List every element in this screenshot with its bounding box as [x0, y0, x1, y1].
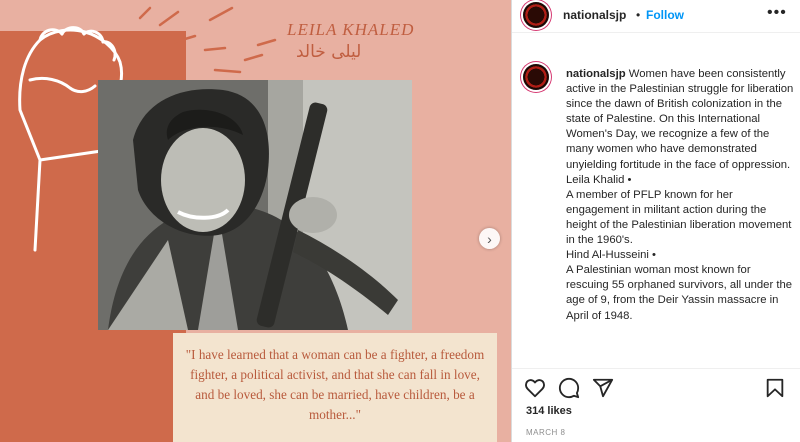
caption-line-3: Hind Al-Husseini •: [566, 249, 656, 262]
post-title: LEILA KHALED: [287, 20, 415, 39]
comment-icon[interactable]: [558, 377, 580, 399]
post-date[interactable]: MARCH 8: [526, 428, 566, 437]
header-username[interactable]: nationalsjp: [563, 8, 626, 22]
caption-line-1: Leila Khalid •: [566, 173, 632, 186]
quote-text: "I have learned that a woman can be a fi…: [185, 347, 485, 422]
caption-text: nationalsjp Women have been consistently…: [566, 67, 794, 324]
post-header: nationalsjp • Follow •••: [512, 0, 800, 33]
share-icon[interactable]: [592, 377, 614, 399]
post-title-arabic: ليلى خالد: [296, 42, 362, 62]
caption-line-4: A Palestinian woman most known for rescu…: [566, 264, 793, 322]
caption-username[interactable]: nationalsjp: [566, 68, 626, 80]
caption-avatar[interactable]: [523, 64, 549, 90]
likes-count[interactable]: 314 likes: [526, 405, 572, 417]
caption-line-2: A member of PFLP known for her engagemen…: [566, 188, 792, 247]
separator-dot: •: [636, 8, 641, 22]
portrait-photo: [98, 80, 412, 330]
avatar[interactable]: [523, 2, 549, 28]
post-sidebar: nationalsjp • Follow ••• nationalsjp Wom…: [511, 0, 800, 442]
caption-line-0: Women have been consistently active in t…: [566, 68, 794, 171]
bookmark-icon[interactable]: [764, 377, 786, 399]
action-bar: [512, 368, 800, 401]
quote-box: "I have learned that a woman can be a fi…: [173, 333, 497, 442]
portrait-illustration: [98, 80, 412, 330]
caption-area[interactable]: nationalsjp Women have been consistently…: [512, 58, 800, 360]
chevron-right-icon[interactable]: ›: [479, 228, 500, 249]
post-image[interactable]: LEILA KHALED ليلى خالد "I have learned t…: [0, 0, 511, 442]
heart-icon[interactable]: [524, 377, 546, 399]
follow-button[interactable]: Follow: [646, 8, 684, 22]
more-options-icon[interactable]: •••: [767, 4, 787, 22]
